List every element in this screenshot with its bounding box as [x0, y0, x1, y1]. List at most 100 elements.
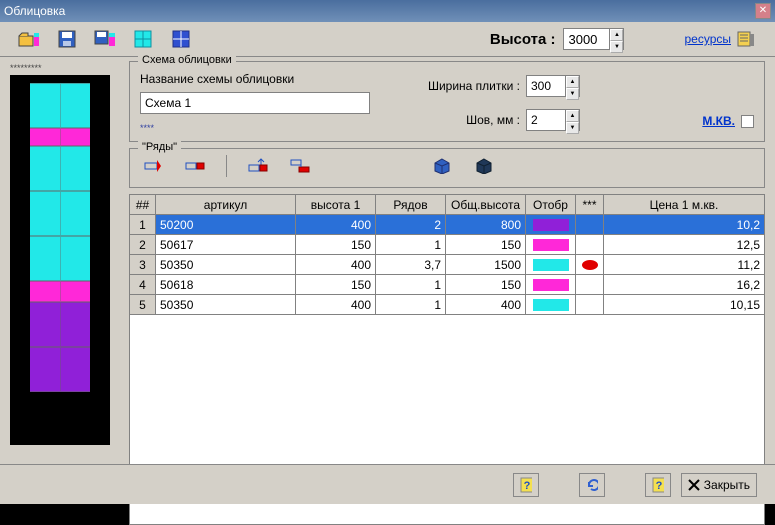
cell-h1[interactable]: 150 [296, 275, 376, 295]
cell-total[interactable]: 400 [446, 295, 526, 315]
preview-tile [30, 236, 90, 281]
cell-mark[interactable] [576, 235, 604, 255]
cell-total[interactable]: 1500 [446, 255, 526, 275]
rows-toolbar [138, 155, 756, 183]
table-row[interactable]: 550350400140010,15 [130, 295, 765, 315]
cell-h1[interactable]: 400 [296, 255, 376, 275]
preview-box [10, 75, 110, 445]
cell-h1[interactable]: 400 [296, 295, 376, 315]
cell-color[interactable] [526, 275, 576, 295]
col-star[interactable]: *** [576, 195, 604, 215]
refresh-button[interactable] [579, 473, 605, 497]
cell-art[interactable]: 50350 [156, 295, 296, 315]
mkv-link[interactable]: М.КВ. [702, 114, 735, 128]
preview-tile [30, 146, 90, 191]
close-icon[interactable]: ✕ [755, 3, 771, 19]
cell-rows[interactable]: 1 [376, 235, 446, 255]
help-button[interactable]: ? [513, 473, 539, 497]
package-icon[interactable] [431, 155, 453, 177]
spin-up-icon[interactable]: ▲ [610, 29, 623, 41]
close-label: Закрыть [704, 478, 750, 492]
cell-mark[interactable] [576, 295, 604, 315]
toolbar-icons [18, 28, 192, 50]
resources-icon[interactable] [735, 28, 757, 50]
cell-price[interactable]: 11,2 [604, 255, 765, 275]
cell-color[interactable] [526, 295, 576, 315]
row-num: 2 [130, 235, 156, 255]
cell-total[interactable]: 150 [446, 275, 526, 295]
cell-total[interactable]: 150 [446, 235, 526, 255]
package-dark-icon[interactable] [473, 155, 495, 177]
cell-rows[interactable]: 1 [376, 295, 446, 315]
tile-width-spinner[interactable]: ▲▼ [526, 75, 580, 97]
grid-blue-icon[interactable] [170, 28, 192, 50]
preview-tile [30, 191, 90, 236]
spin-down-icon[interactable]: ▼ [610, 41, 623, 53]
row-delete-icon[interactable] [142, 155, 164, 177]
col-price[interactable]: Цена 1 м.кв. [604, 195, 765, 215]
save-icon[interactable] [56, 28, 78, 50]
cell-price[interactable]: 10,2 [604, 215, 765, 235]
svg-text:?: ? [523, 480, 530, 492]
spin-down-icon[interactable]: ▼ [566, 88, 579, 100]
seam-spinner[interactable]: ▲▼ [526, 109, 580, 131]
cell-total[interactable]: 800 [446, 215, 526, 235]
cell-mark[interactable] [576, 275, 604, 295]
cell-color[interactable] [526, 215, 576, 235]
col-art[interactable]: артикул [156, 195, 296, 215]
col-rows[interactable]: Рядов [376, 195, 446, 215]
cell-h1[interactable]: 400 [296, 215, 376, 235]
cell-art[interactable]: 50617 [156, 235, 296, 255]
cell-mark[interactable] [576, 255, 604, 275]
height-spinner[interactable]: ▲▼ [563, 28, 624, 50]
col-total[interactable]: Общ.высота [446, 195, 526, 215]
cell-rows[interactable]: 1 [376, 275, 446, 295]
close-button[interactable]: Закрыть [681, 473, 757, 497]
row-num: 3 [130, 255, 156, 275]
seam-input[interactable] [527, 110, 565, 130]
cell-price[interactable]: 12,5 [604, 235, 765, 255]
spin-down-icon[interactable]: ▼ [566, 122, 579, 134]
cell-rows[interactable]: 3,7 [376, 255, 446, 275]
grid-cyan-icon[interactable] [132, 28, 154, 50]
table-row[interactable]: 250617150115012,5 [130, 235, 765, 255]
table-row[interactable]: 1502004002800 10,2 [130, 215, 765, 235]
col-num[interactable]: ## [130, 195, 156, 215]
help2-button[interactable]: ? [645, 473, 671, 497]
cell-color[interactable] [526, 235, 576, 255]
cladding-window: Облицовка ✕ Высота : ▲▼ ресурсы ********… [0, 0, 775, 504]
cell-art[interactable]: 50350 [156, 255, 296, 275]
spin-up-icon[interactable]: ▲ [566, 110, 579, 122]
svg-text:?: ? [655, 480, 662, 492]
tile-column [30, 83, 90, 423]
row-num: 1 [130, 215, 156, 235]
cell-price[interactable]: 10,15 [604, 295, 765, 315]
body: ********* Схема облицовки Название схемы… [0, 57, 775, 457]
open-icon[interactable] [18, 28, 40, 50]
row-insert-right-icon[interactable] [184, 155, 206, 177]
cell-mark[interactable] [576, 215, 604, 235]
tile-width-input[interactable] [527, 76, 565, 96]
scheme-name-input[interactable] [140, 92, 370, 114]
spin-up-icon[interactable]: ▲ [566, 76, 579, 88]
right-pane: Схема облицовки Название схемы облицовки… [125, 57, 775, 457]
cell-art[interactable]: 50618 [156, 275, 296, 295]
scheme-name-label: Название схемы облицовки [140, 72, 390, 86]
cell-price[interactable]: 16,2 [604, 275, 765, 295]
preview-tile [30, 347, 90, 392]
table-row[interactable]: 450618150115016,2 [130, 275, 765, 295]
cell-h1[interactable]: 150 [296, 235, 376, 255]
row-move-up-icon[interactable] [247, 155, 269, 177]
mkv-checkbox[interactable] [741, 115, 754, 128]
col-h1[interactable]: высота 1 [296, 195, 376, 215]
col-disp[interactable]: Отобр [526, 195, 576, 215]
cell-color[interactable] [526, 255, 576, 275]
row-copy-icon[interactable] [289, 155, 311, 177]
resources-link[interactable]: ресурсы [684, 32, 731, 46]
cell-art[interactable]: 50200 [156, 215, 296, 235]
table-row[interactable]: 3503504003,71500 11,2 [130, 255, 765, 275]
preview-tile [30, 128, 90, 146]
save-grid-icon[interactable] [94, 28, 116, 50]
height-input[interactable] [564, 29, 609, 49]
cell-rows[interactable]: 2 [376, 215, 446, 235]
